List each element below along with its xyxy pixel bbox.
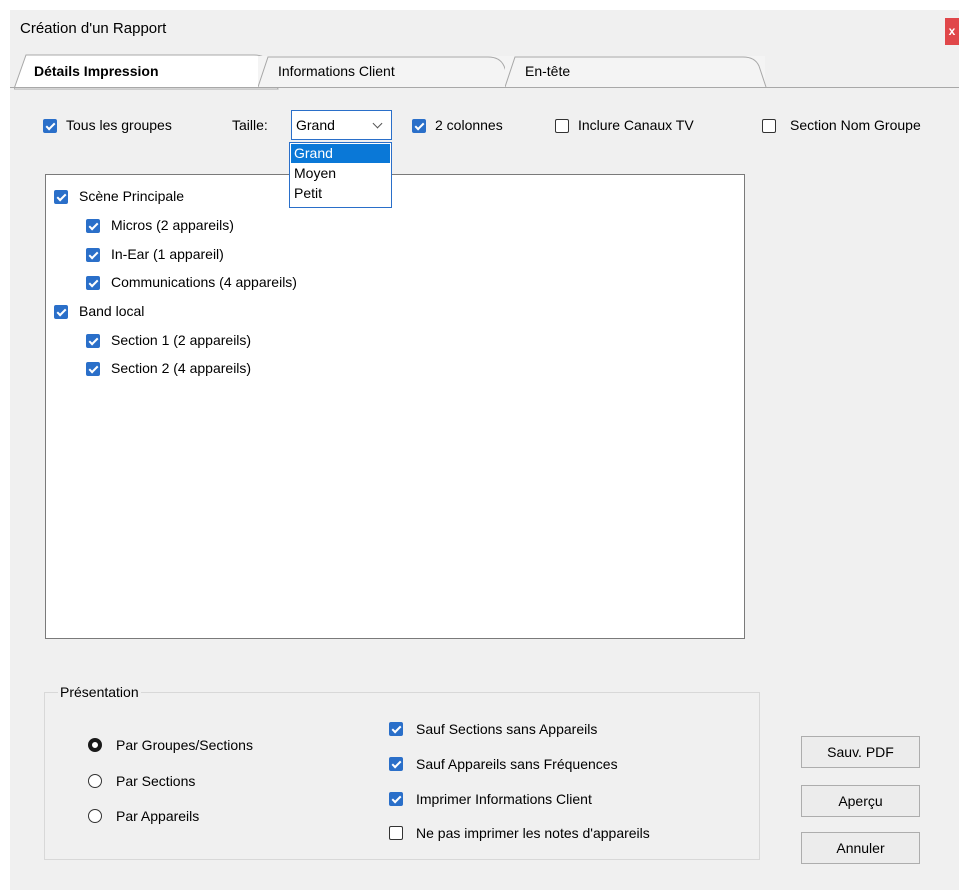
size-option[interactable]: Moyen xyxy=(291,164,390,183)
radio-by-groups-sections[interactable] xyxy=(88,738,102,752)
size-dropdown-list[interactable]: Grand Moyen Petit xyxy=(289,142,392,208)
tab-client-info[interactable]: Informations Client xyxy=(258,56,513,88)
size-option[interactable]: Grand xyxy=(291,144,390,163)
radio-by-sections[interactable] xyxy=(88,774,102,788)
radio-label: Par Groupes/Sections xyxy=(116,737,253,753)
cancel-button[interactable]: Annuler xyxy=(801,832,920,864)
close-icon[interactable]: x xyxy=(945,18,959,45)
tree-item-checkbox[interactable] xyxy=(86,219,100,233)
include-tv-checkbox[interactable] xyxy=(555,119,569,133)
presentation-legend: Présentation xyxy=(58,684,141,700)
two-columns-checkbox[interactable] xyxy=(412,119,426,133)
tree-item-label[interactable]: Communications (4 appareils) xyxy=(111,274,297,290)
radio-label: Par Sections xyxy=(116,773,196,789)
all-groups-label: Tous les groupes xyxy=(66,117,172,133)
tree-item-checkbox[interactable] xyxy=(86,248,100,262)
tree-item-label[interactable]: Micros (2 appareils) xyxy=(111,217,234,233)
tree-item-label[interactable]: Scène Principale xyxy=(79,188,184,204)
tree-item-checkbox[interactable] xyxy=(86,334,100,348)
print-client-info-checkbox[interactable] xyxy=(389,792,403,806)
tree-item-label[interactable]: Section 2 (4 appareils) xyxy=(111,360,251,376)
tab-print-details[interactable]: Détails Impression xyxy=(14,54,279,90)
chevron-down-icon xyxy=(372,118,383,129)
skip-devices-no-freq-label: Sauf Appareils sans Fréquences xyxy=(416,756,618,772)
group-name-section-checkbox[interactable] xyxy=(762,119,776,133)
tree-item-checkbox[interactable] xyxy=(54,190,68,204)
no-device-notes-label: Ne pas imprimer les notes d'appareils xyxy=(416,825,650,841)
tab-strip: Détails Impression Informations Client E… xyxy=(10,52,959,90)
skip-devices-no-freq-checkbox[interactable] xyxy=(389,757,403,771)
window-title: Création d'un Rapport xyxy=(20,20,167,37)
all-groups-checkbox[interactable] xyxy=(43,119,57,133)
two-columns-label: 2 colonnes xyxy=(435,117,503,133)
size-option[interactable]: Petit xyxy=(291,184,390,203)
include-tv-label: Inclure Canaux TV xyxy=(578,117,694,133)
print-client-info-label: Imprimer Informations Client xyxy=(416,791,592,807)
radio-label: Par Appareils xyxy=(116,808,200,824)
tab-print-details-label: Détails Impression xyxy=(34,63,159,79)
tree-item-label[interactable]: Section 1 (2 appareils) xyxy=(111,332,251,348)
save-pdf-button[interactable]: Sauv. PDF xyxy=(801,736,920,768)
preview-button[interactable]: Aperçu xyxy=(801,785,920,817)
group-name-section-label: Section Nom Groupe xyxy=(790,117,921,133)
tree-item-checkbox[interactable] xyxy=(86,362,100,376)
tab-header-label: En-tête xyxy=(525,63,571,79)
tree-item-label[interactable]: Band local xyxy=(79,303,144,319)
size-select-value: Grand xyxy=(296,117,335,133)
report-dialog: Création d'un Rapport x Détails Impressi… xyxy=(10,10,959,890)
tab-divider xyxy=(10,87,959,88)
tree-item-checkbox[interactable] xyxy=(86,276,100,290)
skip-empty-sections-label: Sauf Sections sans Appareils xyxy=(416,721,598,737)
no-device-notes-checkbox[interactable] xyxy=(389,826,403,840)
title-bar: Création d'un Rapport x xyxy=(10,10,959,48)
tab-client-info-label: Informations Client xyxy=(278,63,395,79)
size-select[interactable]: Grand xyxy=(291,110,392,140)
tree-item-label[interactable]: In-Ear (1 appareil) xyxy=(111,246,224,262)
size-label: Taille: xyxy=(232,117,268,133)
skip-empty-sections-checkbox[interactable] xyxy=(389,722,403,736)
tree-item-checkbox[interactable] xyxy=(54,305,68,319)
radio-by-devices[interactable] xyxy=(88,809,102,823)
group-tree[interactable]: Scène Principale Micros (2 appareils) In… xyxy=(45,174,745,639)
tab-header[interactable]: En-tête xyxy=(505,56,767,88)
